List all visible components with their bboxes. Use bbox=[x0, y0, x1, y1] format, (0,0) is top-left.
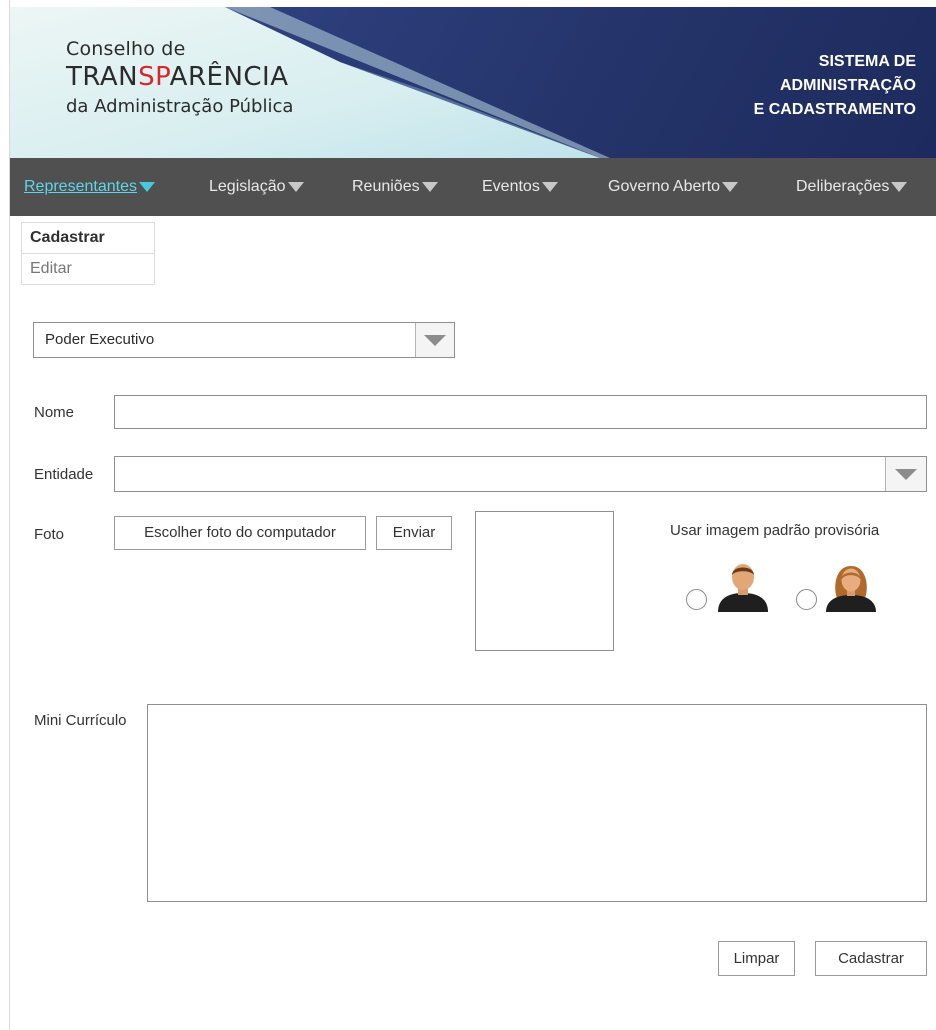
entidade-label: Entidade bbox=[34, 466, 94, 483]
male-avatar-icon bbox=[718, 564, 768, 612]
submenu-representantes: Cadastrar Editar bbox=[21, 222, 155, 285]
entidade-select[interactable] bbox=[114, 456, 927, 492]
logo-line3: da Administração Pública bbox=[66, 96, 294, 117]
system-title: SISTEMA DE ADMINISTRAÇÃO E CADASTRAMENTO bbox=[753, 53, 916, 118]
nav-item-representantes[interactable]: Representantes bbox=[24, 158, 155, 216]
nome-input[interactable] bbox=[114, 395, 927, 429]
poder-select[interactable]: Poder Executivo bbox=[33, 322, 455, 358]
chevron-down-icon bbox=[541, 181, 558, 192]
curriculo-textarea[interactable] bbox=[147, 704, 927, 902]
dropdown-arrow-icon bbox=[424, 335, 446, 346]
photo-preview bbox=[475, 511, 614, 651]
curriculo-label: Mini Currículo bbox=[34, 712, 127, 729]
chevron-down-icon bbox=[138, 181, 155, 192]
nav-item-eventos[interactable]: Eventos bbox=[482, 158, 558, 216]
submenu-item-cadastrar[interactable]: Cadastrar bbox=[21, 222, 155, 254]
nav-item-governo-aberto[interactable]: Governo Aberto bbox=[608, 158, 739, 216]
poder-select-value: Poder Executivo bbox=[45, 331, 155, 348]
nome-label: Nome bbox=[34, 404, 75, 421]
send-photo-button[interactable]: Enviar bbox=[376, 516, 452, 550]
chevron-down-icon bbox=[421, 181, 438, 192]
logo: Conselho de TRANSPARÊNCIA da Administraç… bbox=[66, 38, 293, 117]
nav-item-legislacao[interactable]: Legislação bbox=[209, 158, 304, 216]
chevron-down-icon bbox=[287, 181, 304, 192]
female-avatar-icon bbox=[826, 566, 876, 612]
female-default-radio[interactable] bbox=[796, 589, 817, 610]
poder-select-toggle[interactable] bbox=[415, 323, 454, 357]
clear-button[interactable]: Limpar bbox=[718, 941, 795, 976]
dropdown-arrow-icon bbox=[895, 469, 917, 480]
logo-line1: Conselho de bbox=[66, 38, 186, 60]
male-default-radio[interactable] bbox=[686, 589, 707, 610]
chevron-down-icon bbox=[722, 181, 739, 192]
entidade-select-toggle[interactable] bbox=[885, 457, 926, 491]
nav-item-reunioes[interactable]: Reuniões bbox=[352, 158, 438, 216]
choose-photo-button[interactable]: Escolher foto do computador bbox=[114, 516, 366, 550]
logo-line2: TRANSPARÊNCIA bbox=[66, 62, 289, 92]
submenu-item-editar[interactable]: Editar bbox=[21, 254, 155, 285]
chevron-down-icon bbox=[891, 181, 908, 192]
default-image-label: Usar imagem padrão provisória bbox=[670, 522, 880, 539]
submit-button[interactable]: Cadastrar bbox=[815, 941, 927, 976]
foto-label: Foto bbox=[34, 526, 65, 543]
header-banner: Conselho de TRANSPARÊNCIA da Administraç… bbox=[10, 7, 936, 158]
main-nav: Representantes Legislação Reuniões Event… bbox=[10, 158, 936, 216]
nav-item-deliberacoes[interactable]: Deliberações bbox=[796, 158, 908, 216]
